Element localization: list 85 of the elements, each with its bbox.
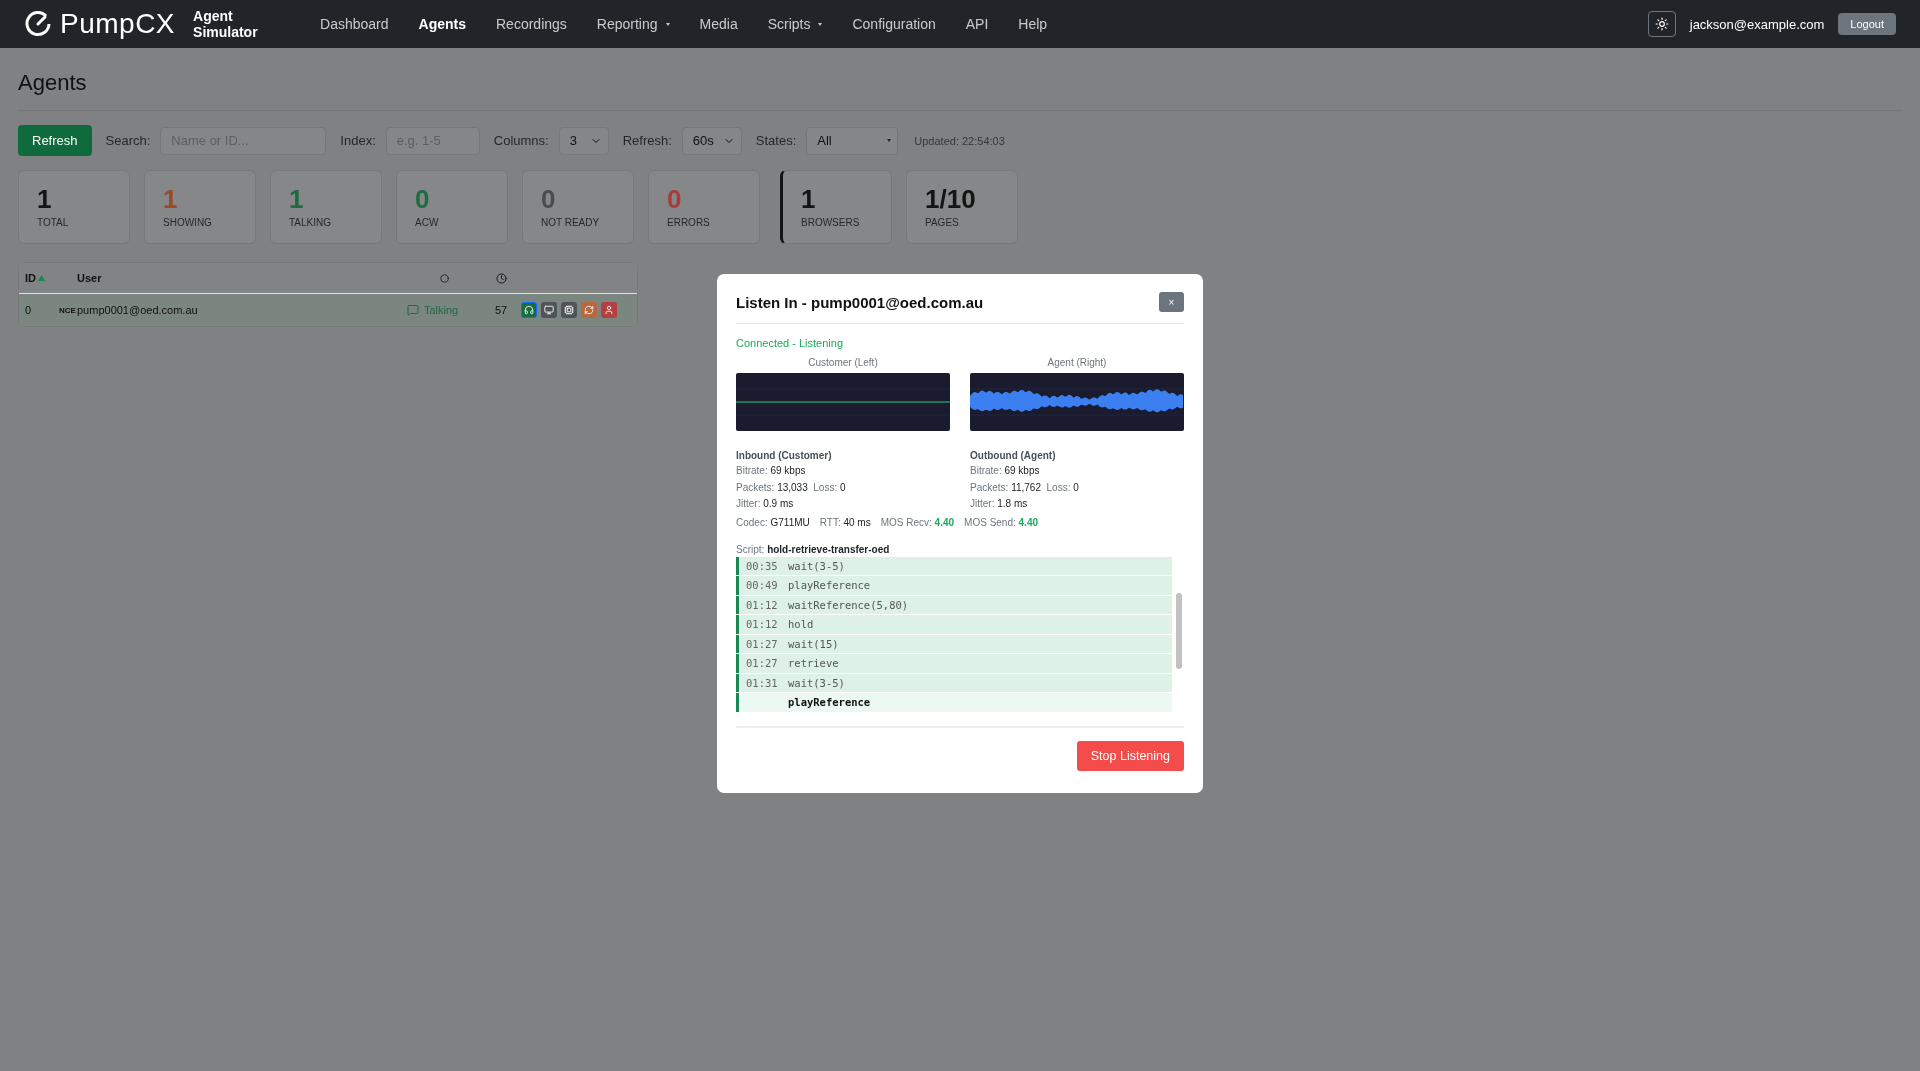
- dialog-title: Listen In - pump0001@oed.com.au: [736, 293, 984, 311]
- sort-up-icon: [38, 275, 45, 281]
- column-header[interactable]: ID: [25, 272, 59, 284]
- stat-value: 1/10: [925, 185, 977, 213]
- nav-link[interactable]: Reporting: [581, 16, 685, 32]
- user-cell-text: pump0001@oed.com.au: [77, 304, 199, 316]
- table-cell-text: 0: [25, 304, 33, 316]
- refresh-icon: [584, 305, 594, 315]
- brand-subtitle: Agent Simulator: [193, 8, 259, 40]
- channel-label: Agent (Right): [1046, 357, 1108, 368]
- clock-icon: [495, 272, 507, 284]
- nav-link[interactable]: Recordings: [481, 16, 582, 32]
- call-metric: MOS Send: 4.40: [964, 516, 1039, 528]
- logout-button[interactable]: Logout: [1838, 13, 1896, 35]
- stat-label: TOTAL: [37, 217, 70, 228]
- updated-time: Updated: 22:54:03: [914, 134, 1005, 147]
- nav-link[interactable]: Dashboard: [305, 16, 404, 32]
- columns-select[interactable]: 3: [558, 126, 609, 155]
- brand-logo: PumpCX: [60, 8, 176, 40]
- chat-icon: [407, 304, 419, 316]
- stop-listening-button[interactable]: Stop Listening: [1076, 740, 1184, 771]
- nav-link[interactable]: Scripts: [752, 16, 838, 32]
- theme-toggle-button[interactable]: [1647, 11, 1676, 37]
- stat-value: 1: [37, 185, 53, 213]
- agent-tag: NCE: [59, 305, 77, 315]
- stat-label: NOT READY: [541, 217, 601, 228]
- call-metric: RTT: 40 ms: [819, 516, 871, 528]
- scrollbar-thumb[interactable]: [1176, 592, 1182, 669]
- headset-icon: [524, 305, 534, 315]
- connection-status: Connected - Listening: [736, 337, 844, 349]
- user-email: jackson@example.com: [1689, 16, 1825, 32]
- script-name: Script: hold-retrieve-transfer-oed: [736, 543, 891, 555]
- channel-label: Customer (Left): [807, 357, 879, 368]
- call-metric: Codec: G711MU: [736, 516, 810, 528]
- columns-label: Columns:: [493, 133, 549, 148]
- stats-heading: Outbound (Agent): [970, 450, 1057, 461]
- nav-link[interactable]: Media: [684, 16, 753, 32]
- nav-link[interactable]: API: [950, 16, 1004, 32]
- stat-label: TALKING: [289, 217, 333, 228]
- nav-link[interactable]: Configuration: [837, 16, 951, 32]
- index-label: Index:: [340, 133, 376, 148]
- stat-label: BROWSERS: [801, 217, 861, 228]
- states-select[interactable]: All: [806, 126, 899, 155]
- stat-line: Bitrate: 69 kbps: [970, 464, 1041, 478]
- stat-line: Bitrate: 69 kbps: [736, 464, 807, 478]
- stat-value: 1: [163, 185, 179, 213]
- stat-value: 0: [541, 185, 557, 213]
- stat-label: ERRORS: [667, 217, 711, 228]
- stat-line: Jitter: 1.8 ms: [970, 497, 1029, 511]
- column-header[interactable]: User: [77, 272, 407, 284]
- user-icon: [604, 305, 614, 315]
- chip-icon: [564, 305, 574, 315]
- refresh-button[interactable]: Refresh: [18, 125, 92, 156]
- refresh-select[interactable]: 60s: [681, 126, 742, 155]
- page-title: Agents: [18, 70, 1902, 111]
- headset-button[interactable]: [521, 302, 537, 318]
- search-label: Search:: [105, 133, 151, 148]
- stats-heading: Inbound (Customer): [736, 450, 833, 461]
- status-text: Talking: [424, 304, 459, 316]
- time-cell-text: 57: [493, 304, 509, 316]
- stat-label: SHOWING: [163, 217, 213, 228]
- call-metric: MOS Recv: 4.40: [880, 516, 955, 528]
- stat-label: ACW: [415, 217, 440, 228]
- nav-link[interactable]: Agents: [403, 16, 481, 32]
- close-button[interactable]: ×: [1159, 292, 1184, 312]
- stat-value: 0: [415, 185, 431, 213]
- status-column-icon: [439, 273, 449, 283]
- stat-line: Packets: 11,762 Loss: 0: [970, 480, 1080, 495]
- states-label: States:: [755, 133, 797, 148]
- gauge-icon: [24, 10, 52, 38]
- monitor-button[interactable]: [541, 302, 557, 318]
- stat-value: 0: [667, 185, 683, 213]
- caret-icon: [887, 139, 892, 142]
- stat-value: 1: [289, 185, 305, 213]
- stat-label: PAGES: [925, 217, 960, 228]
- stat-line: Packets: 13,033 Loss: 0: [736, 480, 847, 495]
- refresh-button[interactable]: [581, 302, 597, 318]
- nav-link[interactable]: Help: [1003, 16, 1063, 32]
- refresh-label: Refresh:: [622, 133, 672, 148]
- user-button[interactable]: [601, 302, 617, 318]
- stat-line: Jitter: 0.9 ms: [736, 497, 795, 511]
- monitor-icon: [544, 305, 554, 315]
- stat-value: 1: [801, 185, 817, 213]
- chip-button[interactable]: [561, 302, 577, 318]
- sun-icon: [1654, 17, 1669, 31]
